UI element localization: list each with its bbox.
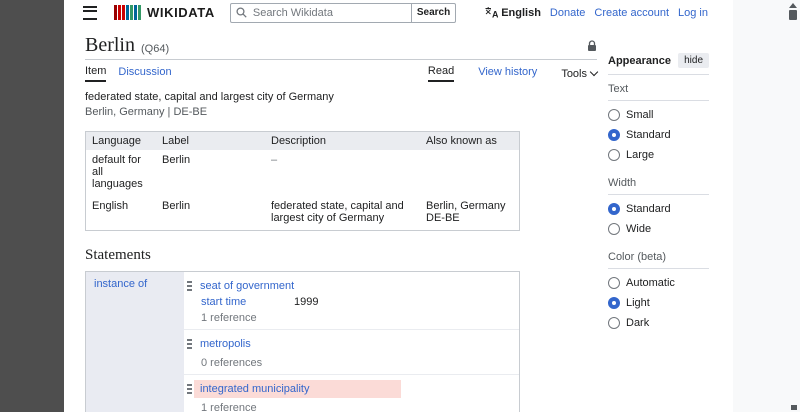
wikidata-logo-bars-icon	[114, 5, 141, 20]
left-gray-strip	[0, 0, 64, 412]
statement-value-link[interactable]: seat of government	[200, 280, 294, 292]
site-header: WIKIDATA Search A	[64, 0, 733, 25]
language-label: English	[501, 6, 541, 19]
statement-value-link[interactable]: metropolis	[200, 338, 251, 350]
property-link-instance-of[interactable]: instance of	[94, 278, 147, 290]
qualifier-value: 1999	[294, 296, 319, 308]
tab-item[interactable]: Item	[85, 65, 107, 82]
qualifier-property-link[interactable]: start time	[201, 296, 294, 308]
search-icon	[236, 6, 247, 21]
user-links: A English Donate Create account Log in	[485, 7, 708, 19]
tools-label: Tools	[561, 67, 587, 80]
hide-appearance-button[interactable]: hide	[678, 53, 709, 68]
radio-text-small[interactable]: Small	[608, 109, 709, 121]
cell-description: federated state, capital and largest cit…	[271, 200, 404, 224]
radio-color-light[interactable]: Light	[608, 297, 709, 309]
qualifier-row: start time 1999	[201, 296, 513, 308]
tools-menu[interactable]: Tools	[561, 67, 599, 80]
terms-table-header-row: Language Label Description Also known as	[85, 131, 520, 150]
cell-label: Berlin	[162, 200, 191, 212]
svg-text:A: A	[492, 10, 498, 19]
cell-aliases: Berlin, Germany DE-BE	[426, 200, 506, 224]
language-icon: A	[485, 7, 498, 18]
tab-view-history[interactable]: View history	[478, 66, 537, 81]
rank-deprecated-icon[interactable]	[187, 383, 192, 395]
references-toggle[interactable]: 1 reference	[201, 312, 513, 324]
log-in-link[interactable]: Log in	[678, 7, 708, 19]
statement-property-column: instance of	[86, 272, 184, 412]
radio-text-standard[interactable]: Standard	[608, 129, 709, 141]
radio-width-standard[interactable]: Standard	[608, 203, 709, 215]
hamburger-menu-icon[interactable]	[83, 5, 97, 20]
search-button[interactable]: Search	[411, 2, 457, 23]
page-title: Berlin	[85, 34, 135, 56]
protection-lock-icon	[587, 40, 597, 55]
col-language: Language	[85, 131, 156, 150]
create-account-link[interactable]: Create account	[594, 7, 669, 19]
search-input[interactable]	[229, 2, 412, 23]
statement-row: seat of government start time 1999 1 ref…	[184, 272, 519, 330]
radio-icon[interactable]	[608, 277, 620, 289]
wikidata-entity-page: WIKIDATA Search A	[0, 0, 800, 412]
radio-icon[interactable]	[608, 317, 620, 329]
statement-row-deprecated: integrated municipality 1 reference	[184, 375, 519, 412]
col-description: Description	[265, 131, 420, 150]
radio-selected-icon[interactable]	[608, 203, 620, 215]
col-label: Label	[156, 131, 265, 150]
appearance-panel: Appearance hide Text Small Standard Larg…	[608, 53, 709, 337]
cell-language: English	[92, 200, 129, 212]
table-row: English Berlin federated state, capital …	[86, 196, 520, 231]
col-also-known-as: Also known as	[420, 131, 520, 150]
right-gutter	[733, 0, 800, 412]
entity-qid: (Q64)	[141, 43, 170, 55]
search-bar: Search	[229, 2, 457, 23]
page-tabs: Item Discussion Read View history Tools	[85, 60, 599, 82]
statement-row: metropolis 0 references	[184, 330, 519, 375]
scrollbar-down-arrow-icon[interactable]	[791, 405, 797, 410]
terms-table: Language Label Description Also known as…	[85, 131, 520, 231]
chevron-down-icon	[589, 67, 599, 77]
section-label-color: Color (beta)	[608, 243, 709, 269]
section-label-width: Width	[608, 169, 709, 195]
references-toggle[interactable]: 0 references	[201, 357, 513, 369]
cell-label: Berlin	[162, 154, 191, 166]
scrollbar-thumb[interactable]	[789, 10, 797, 20]
radio-color-automatic[interactable]: Automatic	[608, 277, 709, 289]
language-selector[interactable]: A English	[485, 7, 541, 19]
statement-group: instance of seat of government start tim…	[85, 271, 520, 412]
cell-description: –	[271, 154, 278, 166]
statement-value-link[interactable]: integrated municipality	[200, 383, 309, 395]
scrollbar-up-arrow-icon[interactable]	[789, 3, 797, 8]
radio-icon[interactable]	[608, 109, 620, 121]
radio-icon[interactable]	[608, 223, 620, 235]
table-row: default for all languages Berlin –	[86, 150, 520, 196]
radio-icon[interactable]	[608, 149, 620, 161]
wikidata-logo-text: WIKIDATA	[147, 5, 215, 20]
statement-values-column: seat of government start time 1999 1 ref…	[184, 272, 519, 412]
cell-aliases	[420, 150, 520, 196]
tab-read[interactable]: Read	[427, 65, 455, 82]
cell-language: default for all languages	[92, 154, 143, 190]
radio-color-dark[interactable]: Dark	[608, 317, 709, 329]
title-row: Berlin (Q64)	[85, 35, 597, 60]
radio-selected-icon[interactable]	[608, 297, 620, 309]
donate-link[interactable]: Donate	[550, 7, 585, 19]
rank-normal-icon[interactable]	[187, 280, 192, 292]
radio-selected-icon[interactable]	[608, 129, 620, 141]
references-toggle[interactable]: 1 reference	[201, 402, 513, 412]
appearance-title: Appearance	[608, 54, 671, 67]
browser-page: WIKIDATA Search A	[64, 0, 733, 412]
wikidata-logo[interactable]: WIKIDATA	[114, 5, 215, 20]
section-label-text: Text	[608, 75, 709, 101]
rank-normal-icon[interactable]	[187, 338, 192, 350]
tab-discussion[interactable]: Discussion	[118, 66, 171, 81]
radio-width-wide[interactable]: Wide	[608, 223, 709, 235]
radio-text-large[interactable]: Large	[608, 149, 709, 161]
